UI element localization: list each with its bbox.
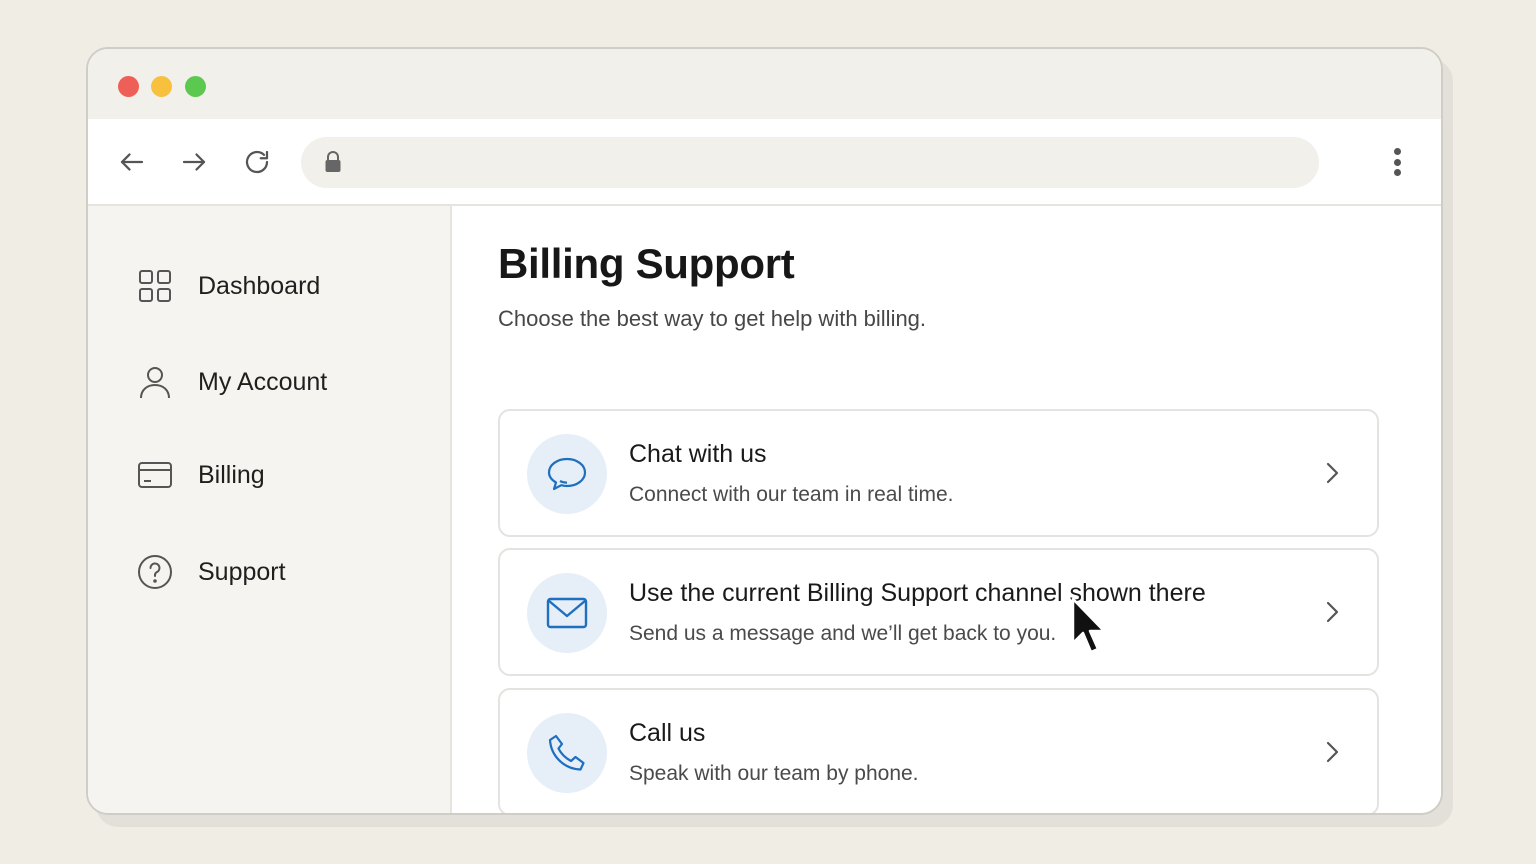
sidebar-item-support[interactable]: Support (136, 548, 426, 596)
option-description: Connect with our team in real time. (629, 483, 954, 506)
sidebar-item-label: My Account (198, 367, 328, 396)
sidebar-item-billing[interactable]: Billing (136, 451, 426, 499)
browser-toolbar (88, 119, 1441, 206)
menu-dot (1393, 169, 1401, 176)
credit-card-icon (136, 456, 174, 494)
page-subtitle: Choose the best way to get help with bil… (498, 306, 927, 331)
support-option-chat[interactable]: Chat with us Connect with our team in re… (498, 409, 1379, 537)
help-circle-icon (136, 553, 174, 591)
option-description: Send us a message and we’ll get back to … (629, 622, 1057, 645)
vertical-dots-icon (1393, 148, 1401, 155)
support-option-email[interactable]: Use the current Billing Support channel … (498, 548, 1379, 676)
url-input[interactable] (357, 137, 1299, 188)
address-bar[interactable] (301, 137, 1319, 188)
chevron-right-icon (1326, 601, 1339, 623)
option-description: Speak with our team by phone. (629, 762, 919, 785)
sidebar-item-label: Billing (198, 460, 265, 489)
reload-icon (245, 150, 269, 174)
forward-button[interactable] (177, 145, 211, 179)
support-option-phone[interactable]: Call us Speak with our team by phone. (498, 688, 1379, 813)
mail-icon (527, 573, 607, 653)
option-title: Use the current Billing Support channel … (629, 579, 1206, 607)
minimize-window-button[interactable] (151, 76, 172, 97)
phone-icon (527, 713, 607, 793)
sidebar-item-my-account[interactable]: My Account (136, 358, 426, 406)
sidebar-item-label: Support (198, 557, 286, 586)
title-bar (88, 49, 1441, 119)
sidebar-item-label: Dashboard (198, 271, 321, 300)
option-title: Call us (629, 719, 706, 747)
grid-icon (136, 267, 174, 305)
reload-button[interactable] (240, 145, 274, 179)
sidebar-item-dashboard[interactable]: Dashboard (136, 262, 426, 310)
browser-window: Dashboard My Account Billing Support Bil… (86, 47, 1443, 815)
lock-icon (325, 151, 341, 172)
close-window-button[interactable] (118, 76, 139, 97)
chevron-right-icon (1326, 462, 1339, 484)
maximize-window-button[interactable] (185, 76, 206, 97)
user-icon (136, 363, 174, 401)
option-title: Chat with us (629, 440, 767, 468)
arrow-left-icon (120, 153, 144, 171)
sidebar: Dashboard My Account Billing Support (88, 206, 452, 813)
chevron-right-icon (1326, 741, 1339, 763)
main-content: Billing Support Choose the best way to g… (454, 206, 1441, 813)
menu-dot (1393, 158, 1401, 166)
back-button[interactable] (115, 145, 149, 179)
chat-bubble-icon (527, 434, 607, 514)
browser-menu-button[interactable] (1382, 145, 1412, 179)
page-title: Billing Support (498, 240, 795, 287)
arrow-right-icon (182, 153, 206, 171)
